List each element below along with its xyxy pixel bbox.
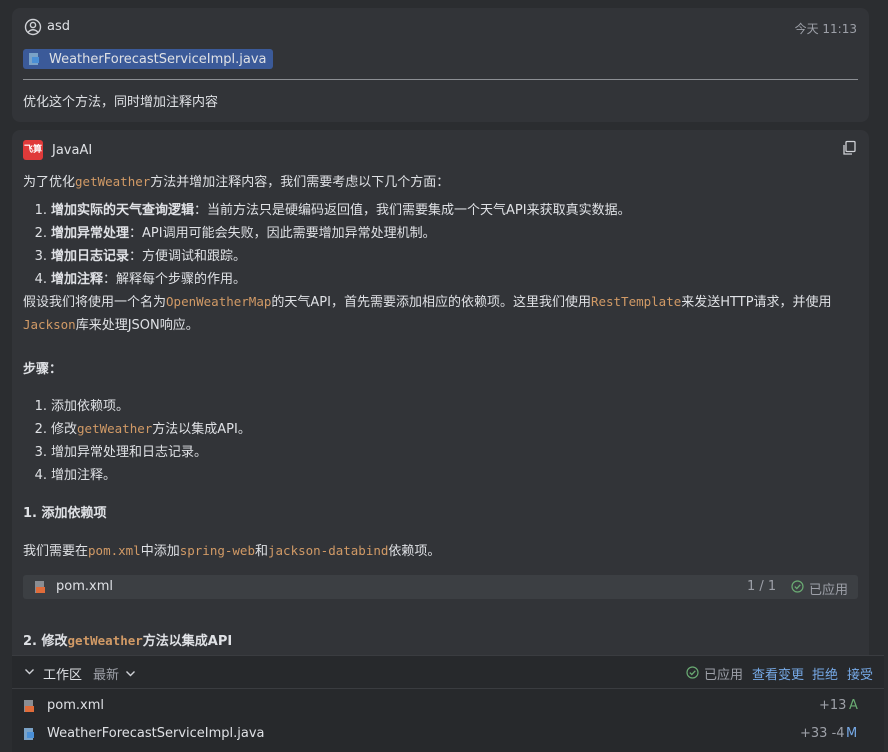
- chevron-down-icon[interactable]: [24, 666, 35, 677]
- code-inline: getWeather: [75, 174, 151, 189]
- intro-line: 为了优化getWeather方法并增加注释内容，我们需要考虑以下几个方面：: [23, 174, 450, 190]
- javaai-logo: 飞算: [23, 140, 43, 160]
- filter-dropdown[interactable]: 最新: [93, 664, 136, 683]
- code-file-name: pom.xml: [56, 579, 113, 594]
- section-heading: 2. 修改getWeather方法以集成API: [23, 633, 233, 649]
- message-time: 今天 11:13: [794, 22, 857, 36]
- step-item: 2. 修改getWeather方法以集成API。: [34, 421, 251, 437]
- workspace-title: 工作区: [43, 668, 83, 683]
- accept-link[interactable]: 接受: [847, 664, 873, 683]
- copy-icon[interactable]: [841, 140, 857, 156]
- attachment-name: WeatherForecastServiceImpl.java: [49, 51, 267, 67]
- java-file-icon: [29, 53, 39, 65]
- aspect-item: 2. 增加异常处理：API调用可能会失败，因此需要增加异常处理机制。: [34, 226, 436, 241]
- workspace-file-row[interactable]: pom.xml +13 A: [12, 694, 884, 718]
- step-item: 4. 增加注释。: [34, 468, 117, 483]
- check-circle-icon: [686, 666, 699, 679]
- workspace-panel: 工作区 最新 已应用 查看变更 拒绝 接受 pom.xml +13 A Weat…: [12, 655, 884, 752]
- workspace-file-row[interactable]: WeatherForecastServiceImpl.java +33 -4 M: [12, 722, 884, 746]
- xml-file-icon: [35, 581, 45, 593]
- divider: [12, 688, 884, 689]
- xml-file-icon: [24, 700, 34, 712]
- file-diff: +13: [819, 698, 847, 713]
- paragraph-line: Jackson库来处理JSON响应。: [23, 317, 199, 333]
- file-name: WeatherForecastServiceImpl.java: [47, 726, 265, 741]
- code-block-header[interactable]: pom.xml 1 / 1 已应用: [23, 575, 858, 599]
- paragraph-line: 假设我们将使用一个名为OpenWeatherMap的天气API，首先需要添加相应…: [23, 294, 832, 310]
- view-changes-link[interactable]: 查看变更: [752, 664, 804, 683]
- file-diff: +33 -4: [800, 726, 845, 741]
- check-circle-icon: [791, 580, 804, 593]
- user-avatar-icon: [24, 18, 42, 36]
- chevron-down-icon: [126, 671, 136, 677]
- username: asd: [47, 19, 70, 34]
- section-heading: 1. 添加依赖项: [23, 506, 107, 521]
- attachment-chip[interactable]: WeatherForecastServiceImpl.java: [23, 49, 273, 69]
- file-status-mark: M: [846, 726, 858, 741]
- reject-link[interactable]: 拒绝: [812, 664, 838, 683]
- workspace-status: 已应用: [704, 668, 744, 683]
- code-count: 1 / 1: [747, 579, 777, 594]
- divider: [23, 79, 858, 80]
- step-item: 3. 增加异常处理和日志记录。: [34, 445, 208, 460]
- aspect-item: 4. 增加注释：解释每个步骤的作用。: [34, 272, 247, 287]
- steps-heading: 步骤：: [23, 362, 63, 377]
- aspect-item: 1. 增加实际的天气查询逻辑：当前方法只是硬编码返回值，我们需要集成一个天气API…: [34, 203, 631, 218]
- section-text: 我们需要在pom.xml中添加spring-web和jackson-databi…: [23, 543, 441, 559]
- applied-status: 已应用: [809, 583, 849, 598]
- java-file-icon: [24, 728, 34, 740]
- file-name: pom.xml: [47, 698, 104, 713]
- file-status-mark: A: [849, 698, 858, 713]
- user-message-card: asd 今天 11:13 WeatherForecastServiceImpl.…: [12, 8, 869, 122]
- step-item: 1. 添加依赖项。: [34, 399, 130, 414]
- aspect-item: 3. 增加日志记录：方便调试和跟踪。: [34, 249, 247, 264]
- user-prompt-text: 优化这个方法，同时增加注释内容: [23, 95, 219, 110]
- ai-name: JavaAI: [52, 143, 93, 158]
- ai-message-card: 飞算 JavaAI 为了优化getWeather方法并增加注释内容，我们需要考虑…: [12, 130, 869, 670]
